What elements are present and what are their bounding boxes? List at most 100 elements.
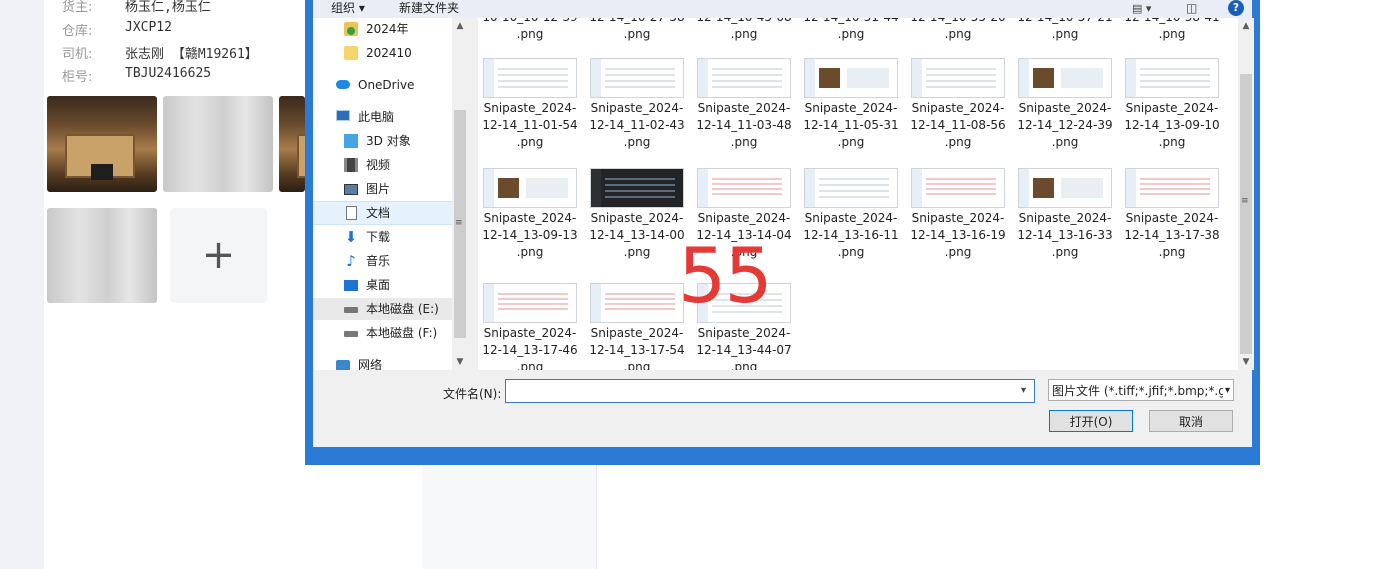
add-photo-button[interactable]: + (170, 208, 267, 303)
file-name-line: Snipaste_2024- (1125, 211, 1219, 225)
file-item[interactable]: Snipaste_2024- 12-14_12-24-39 .png (1013, 58, 1117, 151)
file-name-line: .png (944, 135, 972, 149)
scroll-down-icon[interactable]: ▼ (1238, 354, 1254, 370)
file-item[interactable]: Snipaste_2024- 12-14_13-17-38 .png (1120, 168, 1224, 261)
computer-icon (336, 110, 350, 121)
nav-item-videos[interactable]: 视频 (313, 154, 453, 176)
file-item[interactable]: Snipaste_2024- 12-14_11-05-31 .png (799, 58, 903, 151)
scroll-down-icon[interactable]: ▼ (452, 354, 468, 370)
nav-item-pictures[interactable]: 图片 (313, 178, 453, 200)
file-item[interactable]: Snipaste_2024- 12-14_11-08-56 .png (906, 58, 1010, 151)
cube-icon (344, 134, 358, 148)
drive-icon (344, 331, 358, 337)
file-thumbnail (590, 58, 684, 98)
owner-row: 货主: 杨玉仁,杨玉仁 (62, 0, 211, 15)
file-item[interactable]: 12-14_10-55-20.png (906, 18, 1010, 43)
check-icon (347, 27, 355, 35)
file-thumbnail (697, 58, 791, 98)
file-item[interactable]: Snipaste_2024- 12-14_11-02-43 .png (585, 58, 689, 151)
file-item[interactable]: Snipaste_2024- 12-14_11-01-54 .png (478, 58, 582, 151)
nav-item-202410[interactable]: 202410 (313, 42, 453, 64)
owner-value: 杨玉仁,杨玉仁 (125, 0, 211, 15)
nav-item-music[interactable]: ♪ 音乐 (313, 250, 453, 272)
cargo-photo[interactable] (279, 96, 305, 192)
nav-scrollbar[interactable]: ▲ ≡ ▼ (452, 18, 468, 370)
file-name-line: 12-14_11-01-54 (482, 118, 578, 132)
file-item[interactable]: Snipaste_2024- 12-14_13-17-54 .png (585, 283, 689, 370)
file-scrollbar[interactable]: ▲ ≡ ▼ (1238, 18, 1254, 370)
help-icon[interactable]: ? (1228, 0, 1244, 16)
nav-item-drive-e[interactable]: 本地磁盘 (E:) (313, 298, 453, 320)
file-ext: .png (944, 27, 972, 41)
preview-pane-icon[interactable]: ◫ (1186, 0, 1197, 17)
file-name-line: 12-14_11-08-56 (910, 118, 1006, 132)
nav-item-2024[interactable]: 2024年 (313, 18, 453, 40)
nav-item-this-pc[interactable]: 此电脑 (313, 106, 453, 128)
nav-item-3d-objects[interactable]: 3D 对象 (313, 130, 453, 152)
file-name: 12-14_10-55-20 (906, 18, 1010, 26)
scroll-up-icon[interactable]: ▲ (1238, 18, 1254, 34)
file-name-line: .png (944, 245, 972, 259)
file-thumbnail (590, 283, 684, 323)
nav-item-desktop[interactable]: 桌面 (313, 274, 453, 296)
file-list: 10-10_10-12-39.png12-14_10-27-58.png12-1… (478, 18, 1238, 370)
annotation-number: 55 (678, 231, 773, 320)
blurred-photo[interactable] (163, 96, 273, 192)
new-folder-button[interactable]: 新建文件夹 (399, 0, 459, 17)
dialog-toolbar: 组织 ▾ 新建文件夹 ▤ ▾ ◫ ? (313, 0, 1252, 18)
scroll-up-icon[interactable]: ▲ (452, 18, 468, 34)
picture-icon (344, 184, 358, 195)
file-item[interactable]: 12-14_10-51-44.png (799, 18, 903, 43)
nav-item-downloads[interactable]: ⬇ 下载 (313, 226, 453, 248)
file-item[interactable]: 12-14_10-27-58.png (585, 18, 689, 43)
file-name-line: Snipaste_2024- (1018, 101, 1112, 115)
cancel-button[interactable]: 取消 (1149, 410, 1233, 432)
file-item[interactable]: Snipaste_2024- 12-14_13-09-10 .png (1120, 58, 1224, 151)
file-item[interactable]: Snipaste_2024- 12-14_13-16-19 .png (906, 168, 1010, 261)
file-name-line: 12-14_11-03-48 (696, 118, 792, 132)
organize-button[interactable]: 组织 ▾ (331, 0, 365, 17)
file-name: 12-14_10-51-44 (799, 18, 903, 26)
file-item[interactable]: 12-14_10-45-08.png (692, 18, 796, 43)
file-name-line: 12-14_13-09-13 (482, 228, 578, 242)
nav-item-onedrive[interactable]: OneDrive (313, 74, 453, 96)
file-name: 10-10_10-12-39 (478, 18, 582, 26)
file-item[interactable]: Snipaste_2024- 12-14_13-16-33 .png (1013, 168, 1117, 261)
file-name: 12-14_10-58-41 (1120, 18, 1224, 26)
scroll-thumb[interactable] (1240, 74, 1252, 354)
grip-icon: ≡ (455, 218, 463, 228)
file-item[interactable]: Snipaste_2024- 12-14_11-03-48 .png (692, 58, 796, 151)
drive-icon (344, 307, 358, 313)
file-item[interactable]: Snipaste_2024- 12-14_13-09-13 .png (478, 168, 582, 261)
file-thumbnail (804, 168, 898, 208)
file-name-line: Snipaste_2024- (483, 211, 577, 225)
file-item[interactable]: Snipaste_2024- 12-14_13-17-46 .png (478, 283, 582, 370)
music-icon: ♪ (346, 252, 356, 270)
file-thumbnail (697, 168, 791, 208)
container-value: TBJU2416625 (125, 66, 212, 81)
blurred-photo[interactable] (47, 208, 157, 303)
file-item[interactable]: Snipaste_2024- 12-14_13-16-11 .png (799, 168, 903, 261)
open-button[interactable]: 打开(O) (1049, 410, 1133, 432)
filename-input[interactable] (505, 379, 1035, 403)
document-icon (346, 206, 357, 220)
view-options-icon[interactable]: ▤ ▾ (1132, 0, 1151, 17)
file-name-line: 12-14_13-14-00 (589, 228, 685, 242)
file-name-line: Snipaste_2024- (697, 211, 791, 225)
cargo-photo[interactable] (47, 96, 157, 192)
file-name: 12-14_10-57-21 (1013, 18, 1117, 26)
file-name: 12-14_10-45-08 (692, 18, 796, 26)
nav-item-network[interactable]: 网络 (313, 354, 453, 370)
file-name-line: .png (1051, 245, 1079, 259)
file-ext: .png (1051, 27, 1079, 41)
file-name: 12-14_10-27-58 (585, 18, 689, 26)
file-item[interactable]: 12-14_10-58-41.png (1120, 18, 1224, 43)
file-item[interactable]: Snipaste_2024- 12-14_13-14-00 .png (585, 168, 689, 261)
nav-item-documents[interactable]: 文档 (313, 201, 454, 225)
file-item[interactable]: 10-10_10-12-39.png (478, 18, 582, 43)
file-type-select[interactable]: 图片文件 (*.tiff;*.jfif;*.bmp;*.gi ▾ (1048, 379, 1234, 401)
file-item[interactable]: 12-14_10-57-21.png (1013, 18, 1117, 43)
nav-item-drive-f[interactable]: 本地磁盘 (F:) (313, 322, 453, 344)
driver-value: 张志刚 【赣M19261】 (125, 47, 258, 62)
file-name-line: .png (516, 360, 544, 370)
